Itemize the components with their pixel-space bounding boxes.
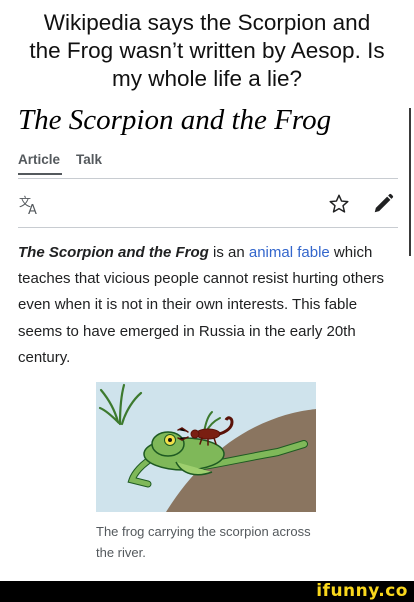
lead-title: The Scorpion and the Frog (18, 244, 209, 261)
meme-caption-line: the Frog wasn’t written by Aesop. Is (29, 38, 385, 63)
page-title: The Scorpion and the Frog (18, 104, 332, 136)
meme-caption: Wikipedia says the Scorpion and the Frog… (10, 9, 404, 93)
translate-icon[interactable]: 文 A (18, 193, 42, 215)
watermark-bar: ifunny.co (0, 581, 414, 602)
scroll-indicator (409, 108, 411, 256)
star-icon[interactable] (328, 193, 350, 215)
tab-article[interactable]: Article (18, 152, 62, 175)
paragraph-text: which teaches that vicious people cannot… (18, 244, 385, 366)
pencil-icon[interactable] (372, 193, 394, 215)
ifunny-watermark: ifunny.co (316, 581, 408, 601)
article-lead-paragraph: The Scorpion and the Frog is an animal f… (18, 240, 402, 371)
meme-caption-line: Wikipedia says the Scorpion and (43, 10, 371, 35)
divider (18, 178, 398, 179)
divider (18, 227, 398, 228)
svg-text:A: A (28, 203, 37, 215)
paragraph-text: is an (208, 244, 249, 261)
frog-scorpion-illustration[interactable] (96, 382, 316, 512)
meme-caption-line: my whole life a lie? (111, 66, 303, 91)
animal-fable-link[interactable]: animal fable (249, 244, 330, 261)
tab-talk[interactable]: Talk (76, 152, 102, 173)
figure-caption: The frog carrying the scorpion across th… (96, 524, 311, 560)
